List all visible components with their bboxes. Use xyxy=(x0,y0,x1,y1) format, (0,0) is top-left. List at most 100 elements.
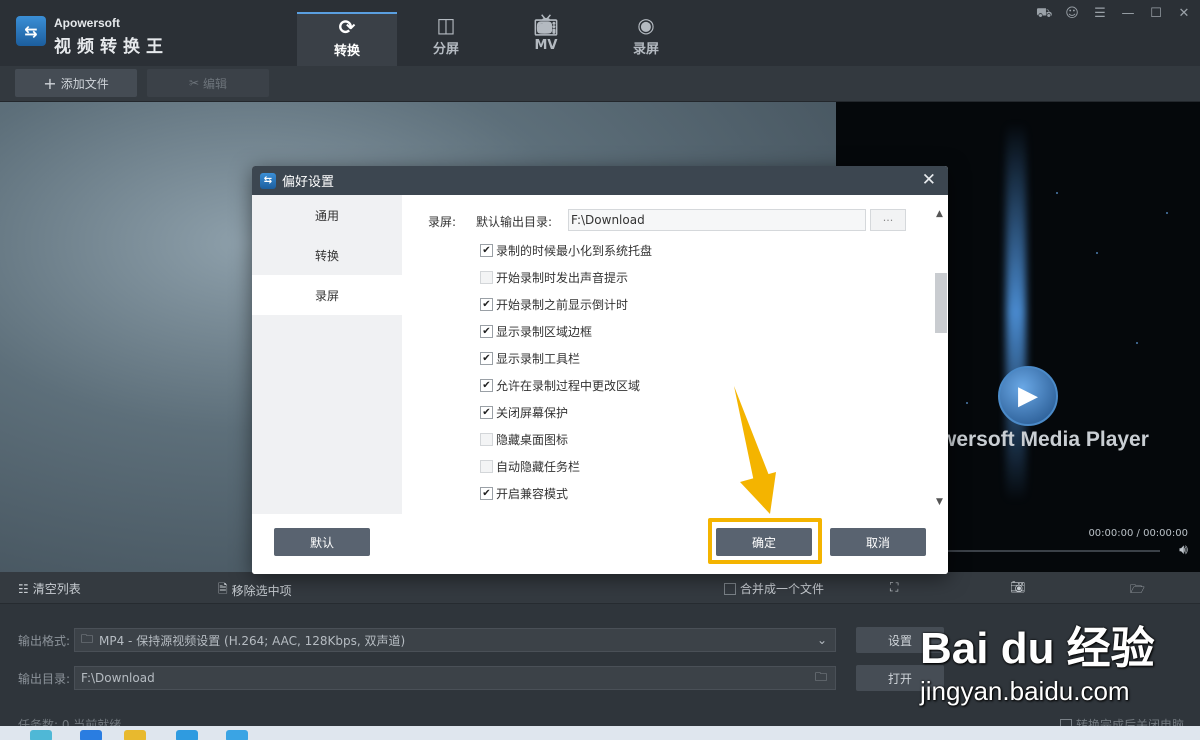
tab-split-screen[interactable]: ◫ 分屏 xyxy=(396,12,496,66)
taskbar-app-icon[interactable] xyxy=(176,730,198,740)
brand-name-en: Apowersoft xyxy=(54,16,120,30)
list-actions-bar: ☷ 清空列表 🗎︎ 移除选中项 合并成一个文件 ⛶ 📷︎ 🗁 xyxy=(0,572,1200,604)
default-dir-label: 默认输出目录: xyxy=(476,215,553,229)
add-file-button[interactable]: + 添加文件 xyxy=(15,69,137,97)
default-button[interactable]: 默认 xyxy=(274,528,370,556)
close-icon[interactable]: ✕ xyxy=(1176,6,1192,23)
scrollbar[interactable]: ▲ ▼ xyxy=(934,207,947,511)
option-record-toolbar[interactable]: ✔ 显示录制工具栏 xyxy=(480,349,580,367)
option-label: 自动隐藏任务栏 xyxy=(496,459,581,474)
output-dir-input[interactable]: F:\Download 🗀 xyxy=(74,666,836,690)
record-icon: ◉ xyxy=(637,13,655,37)
option-region-border[interactable]: ✔ 显示录制区域边框 xyxy=(480,322,592,340)
taskbar-app-icon[interactable] xyxy=(226,730,248,740)
output-format-value: MP4 - 保持源视频设置 (H.264; AAC, 128Kbps, 双声道) xyxy=(99,633,406,648)
remove-selected-button[interactable]: 🗎︎ 移除选中项 xyxy=(218,580,292,601)
taskbar-app-icon[interactable] xyxy=(30,730,52,740)
baidu-watermark: Bai du 经验 jingyan.baidu.com xyxy=(920,612,1180,712)
output-dir-label: 输出目录: xyxy=(18,672,71,686)
checkbox-checked-icon: ✔ xyxy=(480,351,493,365)
merge-label: 合并成一个文件 xyxy=(740,582,825,596)
option-sound-prompt[interactable]: 开始录制时发出声音提示 xyxy=(480,268,628,286)
sidebar-item-convert[interactable]: 转换 xyxy=(252,235,402,275)
clear-list-button[interactable]: ☷ 清空列表 xyxy=(18,580,81,597)
option-label: 关闭屏幕保护 xyxy=(496,405,569,420)
sidebar-item-general[interactable]: 通用 xyxy=(252,195,402,235)
toolbar: + 添加文件 ✂ 编辑 xyxy=(0,66,1200,102)
title-bar: ⇆ Apowersoft 视频转换王 ⟳ 转换 ◫ 分屏 📺︎ MV ◉ 录屏 … xyxy=(0,0,1200,66)
merge-checkbox[interactable]: 合并成一个文件 xyxy=(724,580,824,597)
add-file-label: 添加文件 xyxy=(60,76,109,91)
screenshot-region-icon[interactable]: ⛶ xyxy=(890,580,898,595)
option-minimize-to-tray[interactable]: ✔ 录制的时候最小化到系统托盘 xyxy=(480,241,652,259)
maximize-icon[interactable]: ☐ xyxy=(1148,6,1164,23)
ok-button[interactable]: 确定 xyxy=(716,528,812,556)
option-label: 允许在录制过程中更改区域 xyxy=(496,378,641,393)
browse-button[interactable]: ··· xyxy=(870,209,906,231)
watermark-brand: Bai du 经验 xyxy=(920,624,1155,673)
option-change-region[interactable]: ✔ 允许在录制过程中更改区域 xyxy=(480,376,640,394)
dialog-footer: 默认 确定 取消 xyxy=(252,514,948,574)
option-hide-taskbar[interactable]: 自动隐藏任务栏 xyxy=(480,457,580,475)
seek-bar[interactable] xyxy=(946,550,1160,552)
tab-convert[interactable]: ⟳ 转换 xyxy=(297,12,397,66)
star-dot xyxy=(1136,342,1138,344)
option-hide-desktop-icons[interactable]: 隐藏桌面图标 xyxy=(480,430,568,448)
scroll-down-icon[interactable]: ▼ xyxy=(936,497,943,507)
dialog-sidebar: 通用 转换 录屏 xyxy=(252,195,402,514)
checkbox-checked-icon: ✔ xyxy=(480,486,493,500)
play-icon[interactable]: ▶ xyxy=(998,366,1058,426)
chevron-down-icon: ⌄ xyxy=(816,633,827,647)
player-name: wersoft Media Player xyxy=(940,428,1149,451)
option-label: 开启兼容模式 xyxy=(496,486,569,501)
star-dot xyxy=(1056,192,1058,194)
refresh-icon: ⟳ xyxy=(338,15,356,39)
minimize-icon[interactable]: — xyxy=(1120,6,1136,23)
dialog-title: 偏好设置 xyxy=(282,175,335,190)
tab-label: MV xyxy=(534,38,558,53)
tab-label: 录屏 xyxy=(632,42,659,57)
tv-icon: 📺︎ xyxy=(533,13,559,37)
checkbox-checked-icon: ✔ xyxy=(480,297,493,311)
window-controls: ⛟ ☺ ☰ — ☐ ✕ xyxy=(1036,6,1192,23)
preferences-dialog: ⇆ 偏好设置 ✕ 通用 转换 录屏 录屏: 默认输出目录: F:\Downloa… xyxy=(252,166,948,574)
remove-selected-label: 移除选中项 xyxy=(231,584,292,598)
option-label: 开始录制时发出声音提示 xyxy=(496,270,629,285)
edit-label: 编辑 xyxy=(203,76,228,91)
sidebar-item-record[interactable]: 录屏 xyxy=(252,275,402,315)
volume-icon[interactable]: 🔊︎ xyxy=(1179,542,1188,558)
cancel-button[interactable]: 取消 xyxy=(830,528,926,556)
checkbox-checked-icon: ✔ xyxy=(480,243,493,257)
camera-icon[interactable]: 📷︎ xyxy=(1010,580,1025,594)
list-clear-icon: ☷ xyxy=(18,581,29,596)
close-icon[interactable]: ✕ xyxy=(922,170,936,190)
taskbar-app-icon[interactable] xyxy=(124,730,146,740)
clear-list-label: 清空列表 xyxy=(32,582,81,596)
default-dir-input[interactable]: F:\Download xyxy=(568,209,866,231)
option-label: 显示录制工具栏 xyxy=(496,351,581,366)
user-icon[interactable]: ☺ xyxy=(1064,6,1080,23)
menu-icon[interactable]: ☰ xyxy=(1092,6,1108,23)
scroll-up-icon[interactable]: ▲ xyxy=(936,209,943,219)
option-compat-mode[interactable]: ✔ 开启兼容模式 xyxy=(480,484,568,502)
scroll-thumb[interactable] xyxy=(935,273,947,333)
edit-button[interactable]: ✂ 编辑 xyxy=(147,69,269,97)
output-dir-value: F:\Download xyxy=(81,671,155,685)
option-label: 显示录制区域边框 xyxy=(496,324,593,339)
option-label: 隐藏桌面图标 xyxy=(496,432,569,447)
taskbar-app-icon[interactable] xyxy=(80,730,102,740)
tab-label: 转换 xyxy=(333,44,360,59)
star-dot xyxy=(1096,252,1098,254)
option-countdown[interactable]: ✔ 开始录制之前显示倒计时 xyxy=(480,295,628,313)
output-format-select[interactable]: 🗀 MP4 - 保持源视频设置 (H.264; AAC, 128Kbps, 双声… xyxy=(74,628,836,652)
option-disable-screensaver[interactable]: ✔ 关闭屏幕保护 xyxy=(480,403,568,421)
tab-mv[interactable]: 📺︎ MV xyxy=(496,12,596,66)
dialog-content: 录屏: 默认输出目录: F:\Download ··· ✔ 录制的时候最小化到系… xyxy=(402,195,948,514)
tab-record[interactable]: ◉ 录屏 xyxy=(596,12,696,66)
folder-icon[interactable]: 🗀 xyxy=(815,668,835,689)
tab-label: 分屏 xyxy=(432,42,459,57)
star-dot xyxy=(966,402,968,404)
checkbox-unchecked-icon xyxy=(480,270,493,284)
folder-open-icon[interactable]: 🗁 xyxy=(1130,580,1145,601)
cart-icon[interactable]: ⛟ xyxy=(1036,6,1052,23)
